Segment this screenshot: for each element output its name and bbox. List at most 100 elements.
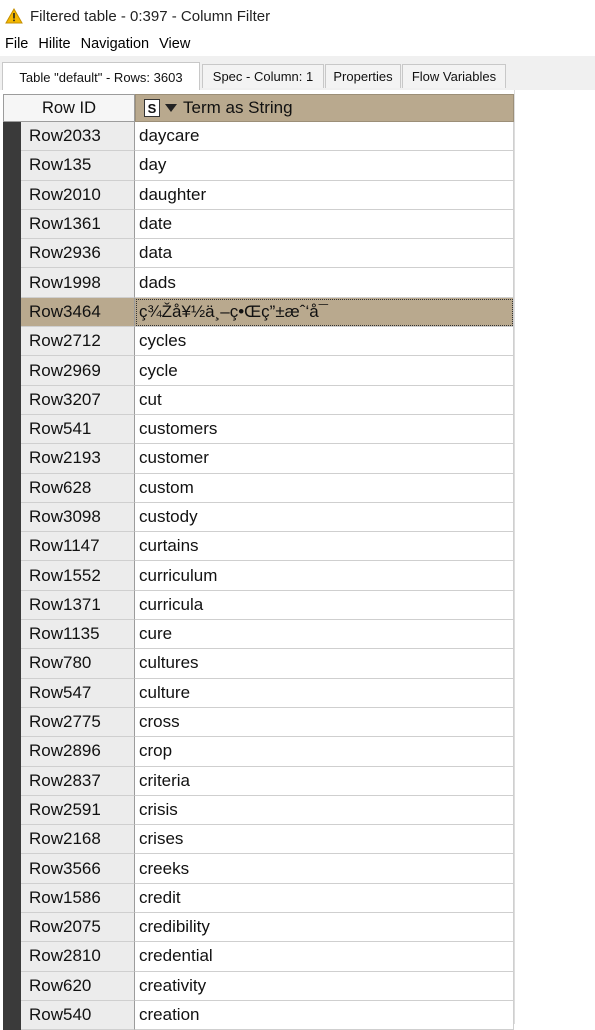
table-row[interactable]: Row1371 curricula <box>3 590 514 621</box>
row-id-cell[interactable]: Row2969 <box>21 356 135 386</box>
tab-table-default[interactable]: Table "default" - Rows: 3603 <box>2 62 200 91</box>
menu-hilite[interactable]: Hilite <box>33 36 75 52</box>
term-cell[interactable]: cycle <box>135 356 514 386</box>
row-id-cell[interactable]: Row2010 <box>21 180 135 210</box>
column-header-term[interactable]: S Term as String <box>135 94 514 122</box>
table-row[interactable]: Row2168 crises <box>3 825 514 855</box>
term-cell[interactable]: customers <box>135 414 514 445</box>
table-row[interactable]: Row2033 daycare <box>3 122 514 152</box>
term-cell[interactable]: ç¾Žå¥½ä¸–ç•Œç”±æˆ‘å¯ <box>135 297 514 328</box>
table-row[interactable]: Row780 cultures <box>3 649 514 679</box>
table-row[interactable]: Row2712 cycles <box>3 327 514 357</box>
term-cell[interactable]: creativity <box>135 971 514 1001</box>
table-row[interactable]: Row541 customers <box>3 414 514 445</box>
row-id-cell[interactable]: Row2837 <box>21 766 135 796</box>
row-id-cell[interactable]: Row2193 <box>21 444 135 474</box>
term-cell[interactable]: curriculum <box>135 561 514 591</box>
row-id-cell[interactable]: Row2712 <box>21 327 135 357</box>
table-row[interactable]: Row2010 daughter <box>3 180 514 210</box>
row-id-cell[interactable]: Row780 <box>21 649 135 679</box>
table-row[interactable]: Row3207 cut <box>3 385 514 415</box>
table-row[interactable]: Row1147 curtains <box>3 532 514 562</box>
term-cell[interactable]: cure <box>135 620 514 650</box>
row-id-cell[interactable]: Row3207 <box>21 385 135 415</box>
row-id-cell[interactable]: Row2775 <box>21 707 135 738</box>
term-cell[interactable]: crisis <box>135 795 514 826</box>
table-row[interactable]: Row2193 customer <box>3 444 514 474</box>
term-cell[interactable]: cross <box>135 707 514 738</box>
table-row[interactable]: Row2896 crop <box>3 737 514 767</box>
row-id-cell[interactable]: Row2936 <box>21 239 135 269</box>
row-id-cell[interactable]: Row3464 <box>21 297 135 328</box>
term-cell[interactable]: credit <box>135 883 514 914</box>
term-cell[interactable]: custom <box>135 473 514 503</box>
term-cell[interactable]: day <box>135 151 514 181</box>
term-cell[interactable]: culture <box>135 678 514 708</box>
term-cell[interactable]: date <box>135 209 514 240</box>
row-id-cell[interactable]: Row3098 <box>21 502 135 533</box>
menu-file[interactable]: File <box>0 36 33 52</box>
menu-view[interactable]: View <box>154 36 195 52</box>
row-id-cell[interactable]: Row1147 <box>21 532 135 562</box>
tab-flow-variables[interactable]: Flow Variables <box>402 64 506 88</box>
row-id-cell[interactable]: Row620 <box>21 971 135 1001</box>
row-id-cell[interactable]: Row135 <box>21 151 135 181</box>
table-row[interactable]: Row2810 credential <box>3 942 514 972</box>
term-cell[interactable]: credential <box>135 942 514 972</box>
term-cell[interactable]: daycare <box>135 122 514 152</box>
row-id-cell[interactable]: Row1135 <box>21 620 135 650</box>
row-id-cell[interactable]: Row2810 <box>21 942 135 972</box>
row-id-cell[interactable]: Row540 <box>21 1000 135 1030</box>
row-id-cell[interactable]: Row547 <box>21 678 135 708</box>
table-row[interactable]: Row2936 data <box>3 239 514 269</box>
row-id-cell[interactable]: Row2075 <box>21 913 135 943</box>
term-cell[interactable]: creation <box>135 1000 514 1030</box>
term-cell[interactable]: crop <box>135 737 514 767</box>
row-id-cell[interactable]: Row1552 <box>21 561 135 591</box>
table-row[interactable]: Row1552 curriculum <box>3 561 514 591</box>
row-id-cell[interactable]: Row1371 <box>21 590 135 621</box>
term-cell[interactable]: creeks <box>135 854 514 884</box>
term-cell[interactable]: cut <box>135 385 514 415</box>
row-id-cell[interactable]: Row2168 <box>21 825 135 855</box>
term-cell[interactable]: custody <box>135 502 514 533</box>
term-cell[interactable]: crises <box>135 825 514 855</box>
term-cell[interactable]: data <box>135 239 514 269</box>
table-row[interactable]: Row1586 credit <box>3 883 514 914</box>
term-cell[interactable]: customer <box>135 444 514 474</box>
rowid-header[interactable]: Row ID <box>3 94 135 122</box>
table-row[interactable]: Row628 custom <box>3 473 514 503</box>
table-row[interactable]: Row3098 custody <box>3 502 514 533</box>
table-row[interactable]: Row2969 cycle <box>3 356 514 386</box>
term-cell[interactable]: dads <box>135 268 514 298</box>
table-row[interactable]: Row1135 cure <box>3 620 514 650</box>
term-cell[interactable]: credibility <box>135 913 514 943</box>
row-id-cell[interactable]: Row3566 <box>21 854 135 884</box>
row-id-cell[interactable]: Row2033 <box>21 122 135 152</box>
row-id-cell[interactable]: Row2591 <box>21 795 135 826</box>
table-row[interactable]: Row3464 ç¾Žå¥½ä¸–ç•Œç”±æˆ‘å¯ <box>3 297 514 328</box>
table-row[interactable]: Row620 creativity <box>3 971 514 1001</box>
row-id-cell[interactable]: Row541 <box>21 414 135 445</box>
table-row[interactable]: Row547 culture <box>3 678 514 708</box>
table-row[interactable]: Row540 creation <box>3 1000 514 1030</box>
table-row[interactable]: Row2775 cross <box>3 707 514 738</box>
row-id-cell[interactable]: Row1586 <box>21 883 135 914</box>
table-row[interactable]: Row135 day <box>3 151 514 181</box>
term-cell[interactable]: criteria <box>135 766 514 796</box>
table-row[interactable]: Row2075 credibility <box>3 913 514 943</box>
table-row[interactable]: Row3566 creeks <box>3 854 514 884</box>
table-row[interactable]: Row2837 criteria <box>3 766 514 796</box>
term-cell[interactable]: curtains <box>135 532 514 562</box>
row-id-cell[interactable]: Row1998 <box>21 268 135 298</box>
term-cell[interactable]: cycles <box>135 327 514 357</box>
tab-properties[interactable]: Properties <box>325 64 401 88</box>
table-row[interactable]: Row1998 dads <box>3 268 514 298</box>
table-row[interactable]: Row2591 crisis <box>3 795 514 826</box>
row-id-cell[interactable]: Row1361 <box>21 209 135 240</box>
row-id-cell[interactable]: Row2896 <box>21 737 135 767</box>
table-row[interactable]: Row1361 date <box>3 209 514 240</box>
term-cell[interactable]: daughter <box>135 180 514 210</box>
term-cell[interactable]: curricula <box>135 590 514 621</box>
row-id-cell[interactable]: Row628 <box>21 473 135 503</box>
